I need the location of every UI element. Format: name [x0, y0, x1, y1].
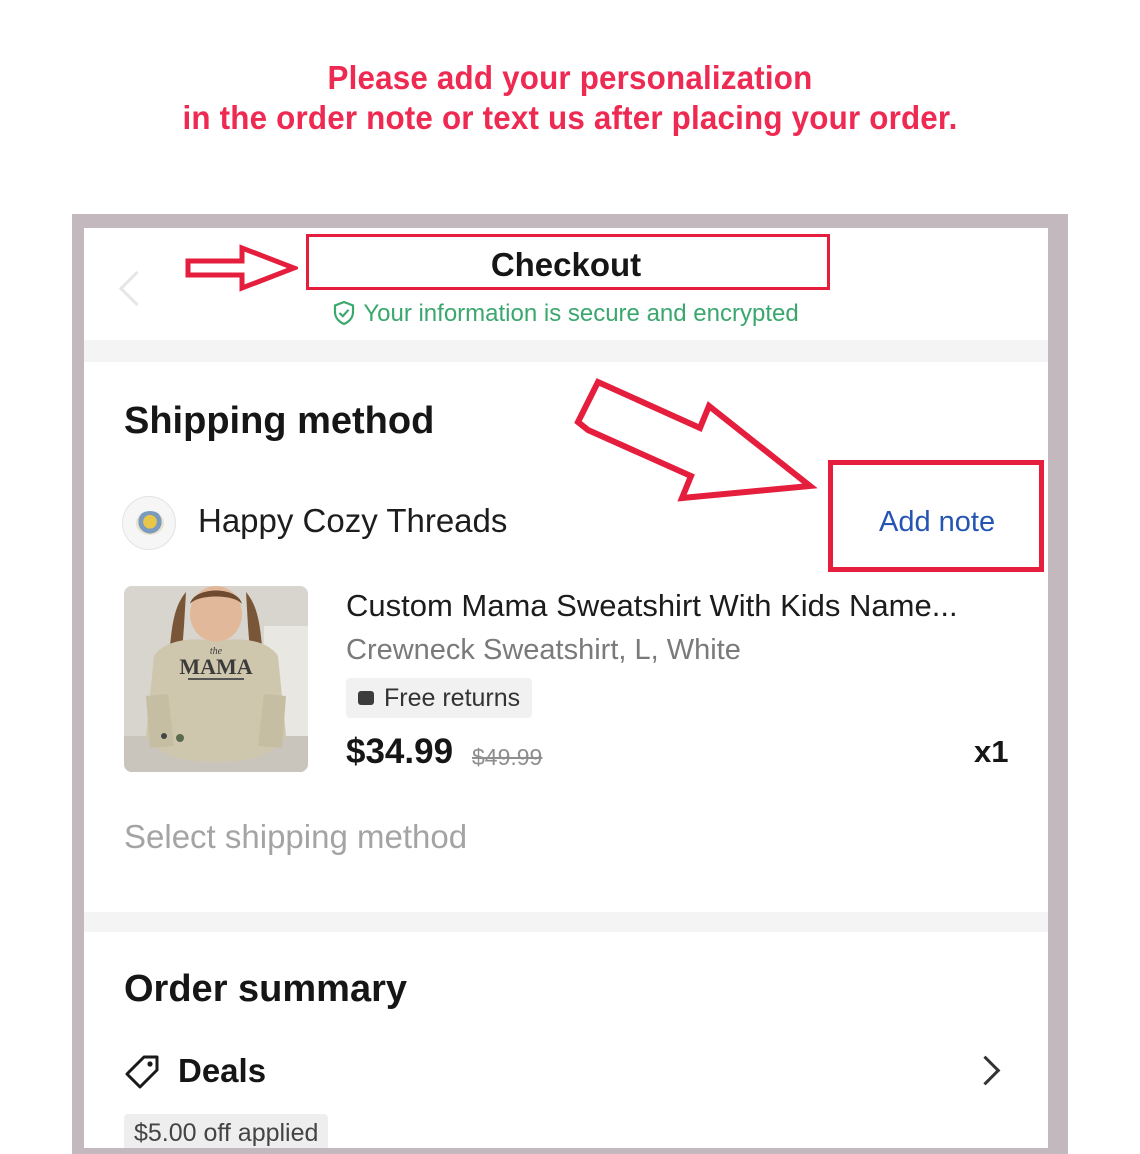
product-image[interactable]: the MAMA	[124, 586, 308, 772]
select-shipping-method[interactable]: Select shipping method	[124, 818, 467, 856]
deals-label: Deals	[178, 1052, 267, 1089]
arrow-annotation	[184, 244, 301, 297]
shipping-section-title: Shipping method	[124, 400, 435, 442]
free-returns-badge: Free returns	[346, 678, 533, 718]
add-note-highlight-box	[828, 460, 1044, 572]
shop-logo	[122, 496, 176, 550]
checkout-header: Checkout Your information is secure and …	[84, 228, 1048, 340]
checkout-screen: Checkout Your information is secure and …	[84, 228, 1048, 1148]
product-quantity: x1	[974, 734, 1009, 769]
product-original-price: $49.99	[472, 744, 543, 770]
shop-name[interactable]: Happy Cozy Threads	[198, 502, 507, 540]
secure-text: Your information is secure and encrypted	[363, 300, 799, 327]
title-highlight-box	[306, 234, 830, 290]
product-image-text: MAMA	[179, 654, 252, 679]
return-box-icon	[358, 691, 374, 705]
deals-row[interactable]: Deals	[124, 1052, 1008, 1092]
shield-check-icon	[333, 300, 355, 332]
shipping-card: Shipping method Happy Cozy Threads Add n…	[84, 362, 1048, 912]
secure-notice: Your information is secure and encrypted	[84, 300, 1048, 332]
banner-line-2: in the order note or text us after placi…	[182, 99, 958, 136]
product-variant[interactable]: Crewneck Sweatshirt, L, White	[346, 634, 741, 667]
banner-line-1: Please add your personalization	[327, 59, 813, 96]
deal-applied-badge: $5.00 off applied	[124, 1114, 329, 1148]
chevron-right-icon[interactable]	[970, 1055, 1001, 1086]
order-summary-title: Order summary	[124, 968, 408, 1010]
free-returns-label: Free returns	[384, 683, 521, 712]
instruction-banner: Please add your personalization in the o…	[0, 58, 1140, 138]
product-price: $34.99	[346, 732, 454, 771]
product-name[interactable]: Custom Mama Sweatshirt With Kids Name...	[346, 588, 958, 624]
tag-icon	[124, 1054, 160, 1095]
arrow-annotation	[564, 376, 834, 521]
order-summary-card: Order summary Deals $5.00 off applied	[84, 932, 1048, 1148]
